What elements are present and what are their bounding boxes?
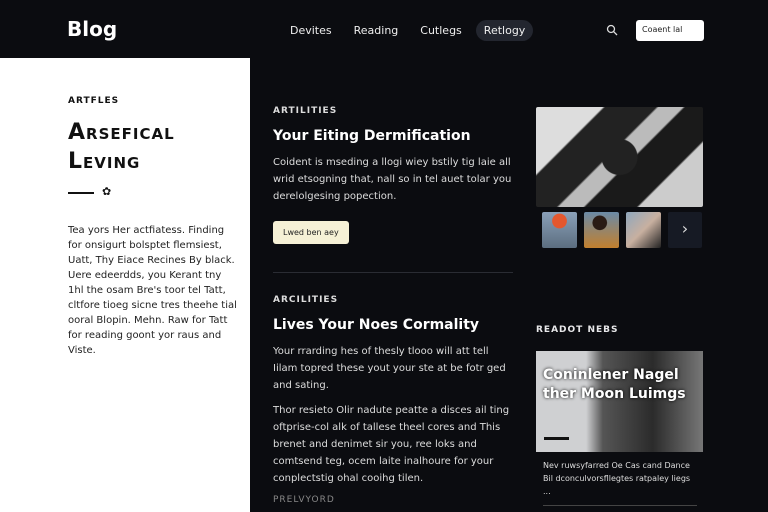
read-more-button[interactable]: Lwed ben aey [273,221,349,244]
header-cta-button[interactable]: Coaent lal [636,20,704,41]
card-bar [544,437,569,440]
recent-heading: READOT NEBS [536,325,619,335]
article-2: ARCILITIES Lives Your Noes Cormality You… [273,295,513,505]
article-kicker: ARCILITIES [273,295,339,305]
nav-item-retlogy[interactable]: Retlogy [475,20,534,41]
search-icon[interactable] [606,24,618,36]
nav-item-devites[interactable]: Devites [282,20,340,41]
article-text: Your rrarding hes of thesly tlooo will a… [273,346,506,391]
sidebar-body: Tea yors Her actfiatess. Finding for ons… [68,225,237,356]
nav-item-reading[interactable]: Reading [346,20,407,41]
top-header: Blog Devites Reading Cutlegs Retlogy Coa… [0,0,768,58]
divider [543,505,697,506]
article-text: Thor resieto Olir nadute peatte a disces… [273,405,510,484]
logo[interactable]: Blog [67,17,117,41]
article-kicker: ARTILITIES [273,106,338,116]
article-1: ARTILITIES Your Eiting Dermification Coi… [273,106,513,244]
card-title[interactable]: Coninlener Nagel ther Moon Luimgs [543,366,703,404]
nav-item-cutlegs[interactable]: Cutlegs [412,20,470,41]
article-text: Coident is mseding a llogi wiey bstily t… [273,157,512,202]
title-line: Arsefical [68,120,175,145]
divider [68,192,94,194]
thumbnail[interactable] [584,212,619,248]
article-footer: PRELVYORD [273,495,335,505]
chevron-right-icon[interactable]: › [668,212,702,248]
thumbnail[interactable] [626,212,661,248]
sidebar-panel: ARTFLES Arsefical Leving ✿ Tea yors Her a… [0,58,250,512]
hero-image[interactable] [536,107,703,207]
card-text: Nev ruwsyfarred Oe Cas cand Dance Bil dc… [543,461,691,496]
article-title[interactable]: Your Eiting Dermification [273,128,513,144]
article-title[interactable]: Lives Your Noes Cormality [273,317,513,333]
flower-icon: ✿ [102,185,112,198]
recent-card[interactable]: Coninlener Nagel ther Moon Luimgs [536,351,703,452]
sidebar-kicker: ARTFLES [68,96,120,106]
sidebar-title: Arsefical Leving [68,118,175,176]
divider [273,272,513,273]
main-nav: Devites Reading Cutlegs Retlogy [282,20,534,41]
title-line: Leving [68,149,141,174]
thumbnail-strip: › [542,212,702,248]
thumbnail[interactable] [542,212,577,248]
